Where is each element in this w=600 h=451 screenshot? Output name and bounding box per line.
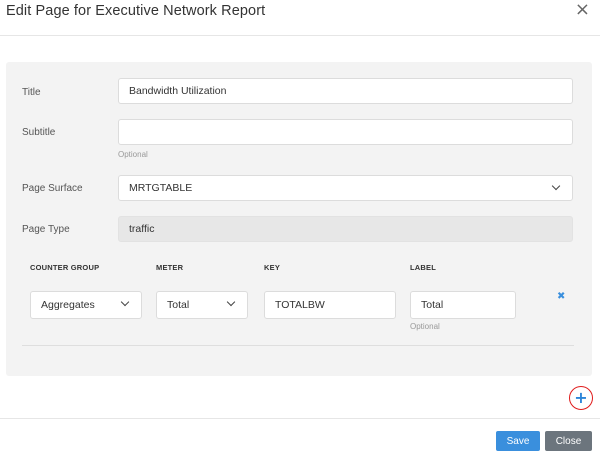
- title-label: Title: [22, 87, 41, 98]
- meter-select[interactable]: Total: [156, 291, 248, 319]
- page-surface-value: MRTGTABLE: [129, 182, 193, 194]
- meter-value: Total: [167, 299, 190, 311]
- save-button[interactable]: Save: [496, 431, 540, 451]
- counter-group-value: Aggregates: [41, 299, 95, 311]
- page-type-label: Page Type: [22, 224, 70, 235]
- close-icon[interactable]: ×: [575, 0, 590, 20]
- modal-header: Edit Page for Executive Network Report ×: [0, 0, 600, 36]
- subtitle-label: Subtitle: [22, 127, 56, 138]
- page-type-field: traffic: [118, 216, 573, 242]
- add-counter-button[interactable]: +: [569, 386, 593, 410]
- page-surface-select[interactable]: MRTGTABLE: [118, 175, 573, 201]
- subtitle-input[interactable]: [118, 119, 573, 145]
- modal-title: Edit Page for Executive Network Report: [6, 3, 266, 19]
- counter-group-header: COUNTER GROUP: [30, 263, 100, 272]
- plus-icon: +: [574, 387, 588, 407]
- label-hint: Optional: [410, 322, 440, 331]
- close-button[interactable]: Close: [545, 431, 592, 451]
- remove-icon[interactable]: ✖: [557, 291, 565, 302]
- key-input[interactable]: TOTALBW: [264, 291, 396, 319]
- title-input[interactable]: Bandwidth Utilization: [118, 78, 573, 104]
- page-surface-label: Page Surface: [22, 183, 83, 194]
- subtitle-hint: Optional: [118, 150, 148, 159]
- key-header: KEY: [264, 263, 281, 272]
- label-header: LABEL: [410, 263, 436, 272]
- divider: [22, 345, 574, 346]
- meter-header: METER: [156, 263, 184, 272]
- footer-divider: [0, 418, 600, 419]
- label-input[interactable]: Total: [410, 291, 516, 319]
